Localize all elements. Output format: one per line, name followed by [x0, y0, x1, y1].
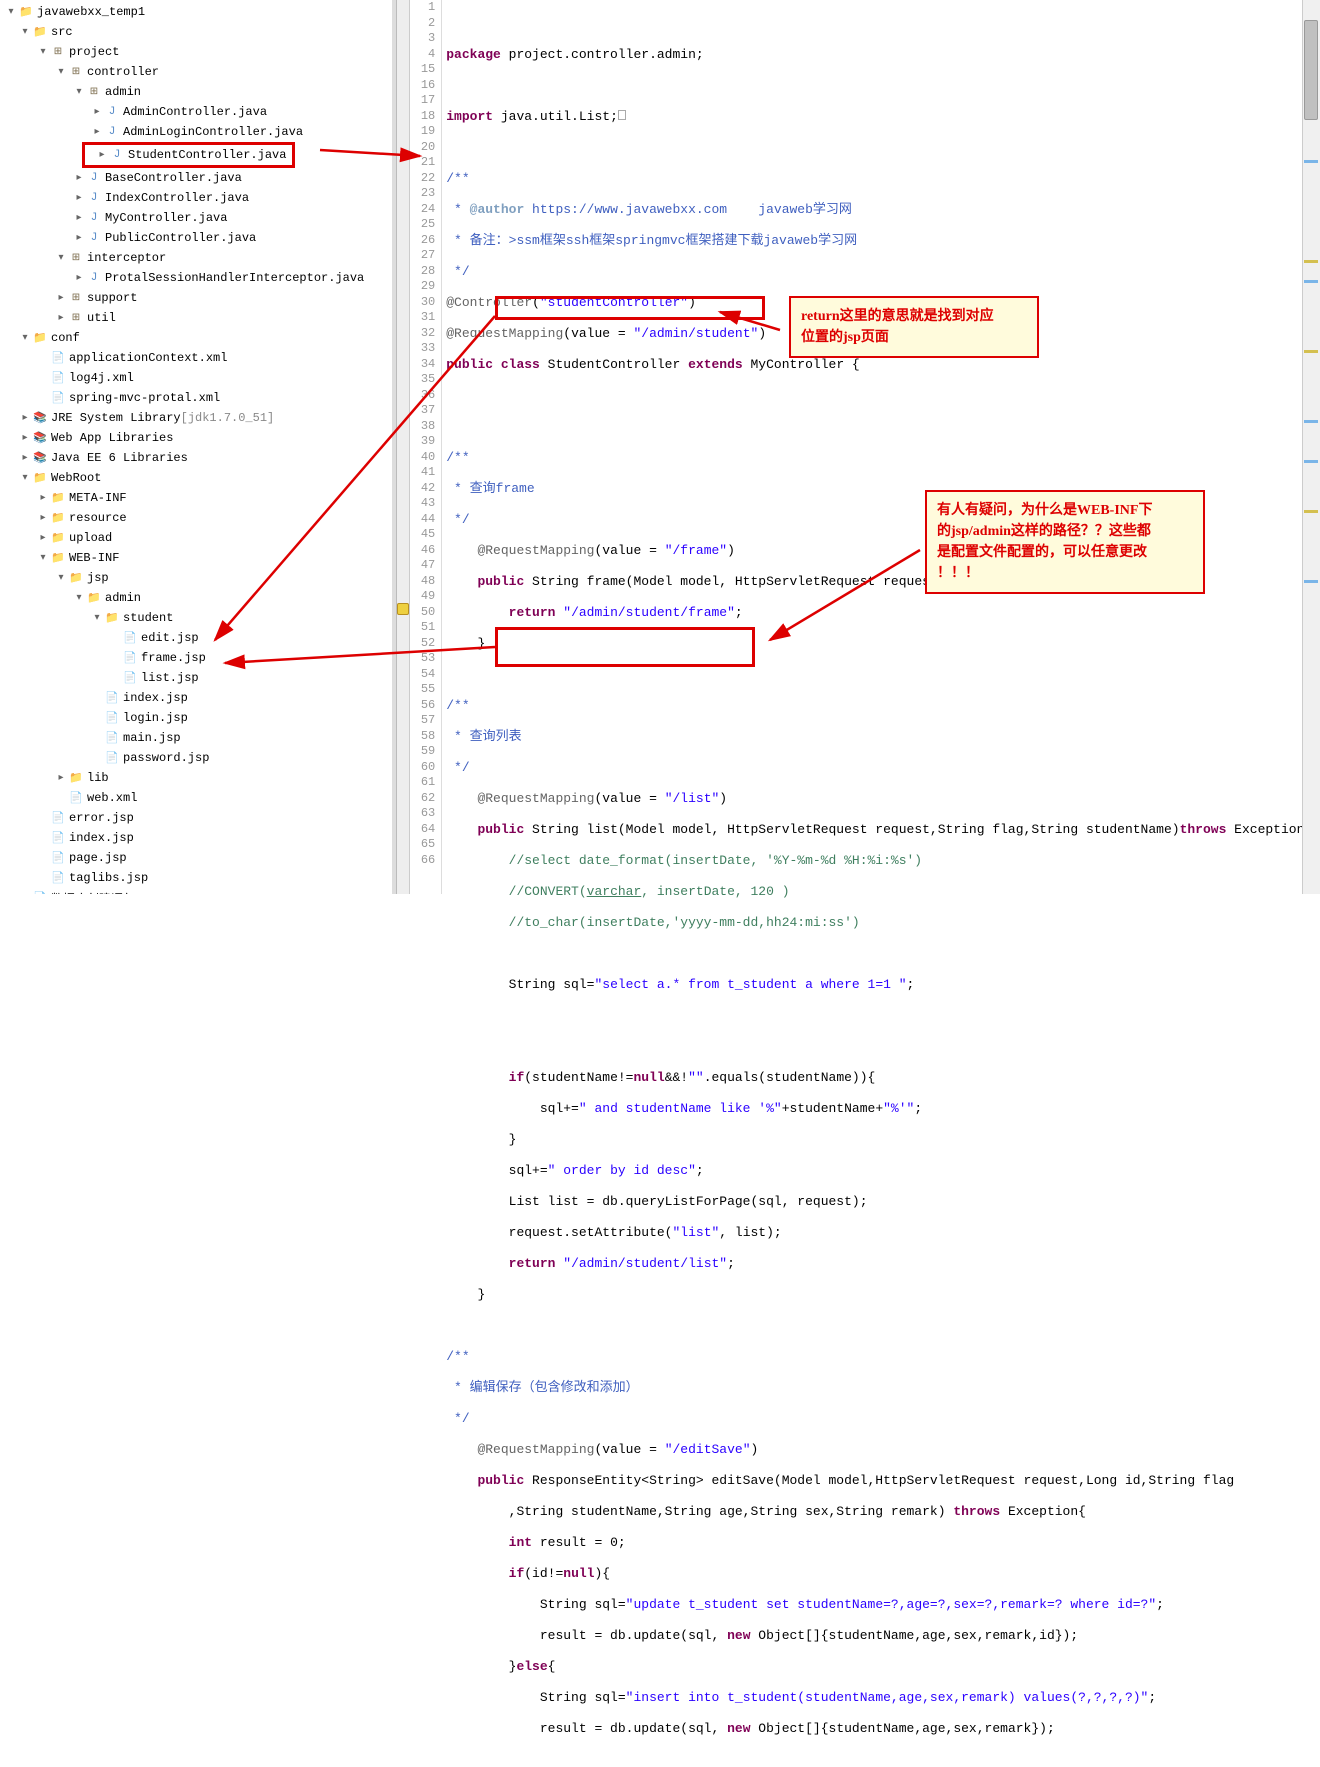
tree-item[interactable]: ▸📚Web App Libraries [0, 428, 392, 448]
tree-item[interactable]: 📄frame.jsp [0, 648, 392, 668]
tree-item[interactable]: 📄edit.jsp [0, 628, 392, 648]
tree-item[interactable]: 📄spring-mvc-protal.xml [0, 388, 392, 408]
tree-item[interactable]: ▸📁lib [0, 768, 392, 788]
tree-item[interactable]: ▸⊞support [0, 288, 392, 308]
editor-ruler [397, 0, 410, 894]
project-explorer[interactable]: ▾📁javawebxx_temp1 ▾📁src ▾⊞project ▾⊞cont… [0, 0, 392, 894]
tree-item[interactable]: ▸JAdminLoginController.java [0, 122, 392, 142]
tree-item[interactable]: 📄index.jsp [0, 828, 392, 848]
tree-item[interactable]: ▸JPublicController.java [0, 228, 392, 248]
tree-item[interactable]: ▾⊞admin [0, 82, 392, 102]
tree-item[interactable]: ▾⊞project [0, 42, 392, 62]
tree-item[interactable]: 📄taglibs.jsp [0, 868, 392, 888]
code-editor[interactable]: 1234151617181920212223242526272829303132… [397, 0, 1320, 894]
tree-item[interactable]: ▸JMyController.java [0, 208, 392, 228]
tree-item[interactable]: ▾📁jsp [0, 568, 392, 588]
code-area[interactable]: package project.controller.admin; import… [442, 0, 1320, 894]
tree-item[interactable]: 📄index.jsp [0, 688, 392, 708]
annotation-callout: 有人有疑问，为什么是WEB-INF下 的jsp/admin这样的路径？？这些都 … [925, 490, 1205, 594]
tree-item[interactable]: 📄login.jsp [0, 708, 392, 728]
tree-item[interactable]: 📄log4j.xml [0, 368, 392, 388]
tree-item[interactable]: 📄page.jsp [0, 848, 392, 868]
vertical-scrollbar[interactable] [1302, 0, 1320, 894]
tree-item[interactable]: ▾⊞controller [0, 62, 392, 82]
tree-item[interactable]: ▾📁conf [0, 328, 392, 348]
tree-item[interactable]: ▾📁javawebxx_temp1 [0, 2, 392, 22]
tree-item[interactable]: ▸JAdminController.java [0, 102, 392, 122]
tree-item[interactable]: ▾📁admin [0, 588, 392, 608]
tree-item[interactable]: ▸📁upload [0, 528, 392, 548]
tree-item[interactable]: 📄error.jsp [0, 808, 392, 828]
tree-item[interactable]: ▾📁WEB-INF [0, 548, 392, 568]
tree-item[interactable]: 📄web.xml [0, 788, 392, 808]
tree-item[interactable]: 📄数据库创建语句 [0, 888, 392, 894]
tree-item[interactable]: 📄list.jsp [0, 668, 392, 688]
warning-marker-icon[interactable] [397, 603, 409, 615]
scroll-thumb[interactable] [1304, 20, 1318, 120]
tree-item[interactable]: ▸📚JRE System Library [jdk1.7.0_51] [0, 408, 392, 428]
tree-item[interactable]: 📄password.jsp [0, 748, 392, 768]
tree-item[interactable]: ▸JIndexController.java [0, 188, 392, 208]
tree-item[interactable]: ▸⊞util [0, 308, 392, 328]
tree-item[interactable]: ▸📁resource [0, 508, 392, 528]
tree-item[interactable]: ▾📁student [0, 608, 392, 628]
tree-item-selected[interactable]: ▸JStudentController.java [87, 145, 290, 165]
tree-item[interactable]: ▾📁src [0, 22, 392, 42]
tree-item[interactable]: ▸📁META-INF [0, 488, 392, 508]
tree-item[interactable]: 📄main.jsp [0, 728, 392, 748]
tree-item[interactable]: ▸JProtalSessionHandlerInterceptor.java [0, 268, 392, 288]
tree-item[interactable]: ▸📚Java EE 6 Libraries [0, 448, 392, 468]
tree-item[interactable]: ▾⊞interceptor [0, 248, 392, 268]
tree-item[interactable]: 📄applicationContext.xml [0, 348, 392, 368]
tree-item[interactable]: ▾📁WebRoot [0, 468, 392, 488]
tree-item[interactable]: ▸JBaseController.java [0, 168, 392, 188]
line-gutter: 1234151617181920212223242526272829303132… [410, 0, 442, 894]
annotation-callout: return这里的意思就是找到对应 位置的jsp页面 [789, 296, 1039, 358]
